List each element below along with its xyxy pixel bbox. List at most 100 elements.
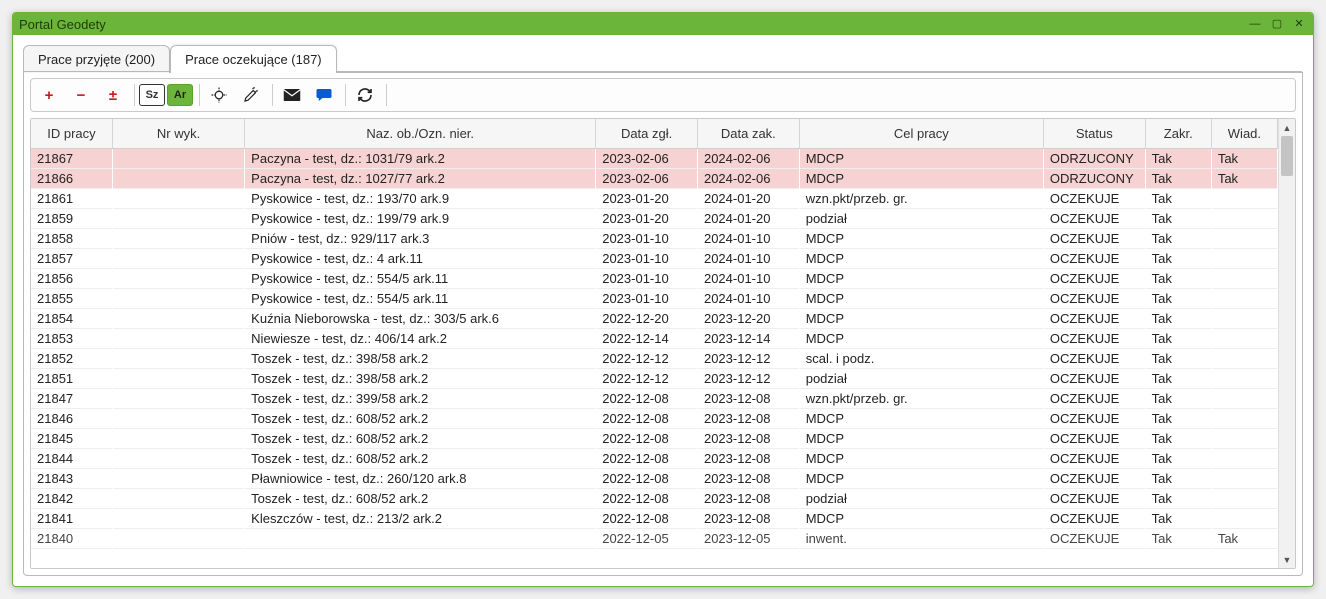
scroll-down-icon[interactable]: ▼ bbox=[1279, 551, 1295, 568]
cell-zgl: 2023-02-06 bbox=[596, 149, 698, 169]
col-wyk[interactable]: Nr wyk. bbox=[112, 119, 244, 149]
table-row[interactable]: 218402022-12-052023-12-05inwent.OCZEKUJE… bbox=[31, 529, 1278, 549]
tab-accepted-label: Prace przyjęte (200) bbox=[38, 52, 155, 67]
cell-wiad bbox=[1211, 449, 1277, 469]
cell-wyk bbox=[112, 169, 244, 189]
cell-zakr: Tak bbox=[1145, 389, 1211, 409]
col-cel[interactable]: Cel pracy bbox=[799, 119, 1043, 149]
col-zgl[interactable]: Data zgł. bbox=[596, 119, 698, 149]
cell-zak: 2024-02-06 bbox=[697, 149, 799, 169]
remove-button[interactable]: − bbox=[66, 82, 96, 108]
table-row[interactable]: 21856 Pyskowice - test, dz.: 554/5 ark.11… bbox=[31, 269, 1278, 289]
cell-zgl: 2022-12-12 bbox=[596, 369, 698, 389]
cell-wyk bbox=[112, 489, 244, 509]
tab-accepted[interactable]: Prace przyjęte (200) bbox=[23, 45, 170, 73]
cell-ob: Toszek - test, dz.: 398/58 ark.2 bbox=[245, 369, 596, 389]
table-row[interactable]: 21867Paczyna - test, dz.: 1031/79 ark.22… bbox=[31, 149, 1278, 169]
mail-button[interactable] bbox=[277, 82, 307, 108]
cell-zgl: 2022-12-08 bbox=[596, 489, 698, 509]
cell-id: 21851 bbox=[31, 369, 112, 389]
cell-zakr: Tak bbox=[1145, 469, 1211, 489]
scroll-up-icon[interactable]: ▲ bbox=[1279, 119, 1295, 136]
cell-status: OCZEKUJE bbox=[1043, 369, 1145, 389]
window-maximize-icon[interactable]: ▢ bbox=[1269, 17, 1285, 31]
cell-wyk bbox=[112, 429, 244, 449]
cell-zakr: Tak bbox=[1145, 409, 1211, 429]
cell-cel: MDCP bbox=[799, 409, 1043, 429]
col-id[interactable]: ID pracy bbox=[31, 119, 112, 149]
cell-id: 21852 bbox=[31, 349, 112, 369]
plus-minus-button[interactable]: ± bbox=[98, 82, 128, 108]
col-zk[interactable]: Zakr. bbox=[1145, 119, 1211, 149]
cell-ob: Toszek - test, dz.: 608/52 ark.2 bbox=[245, 489, 596, 509]
cell-status: OCZEKUJE bbox=[1043, 289, 1145, 309]
cell-zakr: Tak bbox=[1145, 329, 1211, 349]
vertical-scrollbar[interactable]: ▲ ▼ bbox=[1278, 119, 1295, 568]
table-row[interactable]: 21853Niewiesze - test, dz.: 406/14 ark.2… bbox=[31, 329, 1278, 349]
table-row[interactable]: 21842Toszek - test, dz.: 608/52 ark.2202… bbox=[31, 489, 1278, 509]
table-row[interactable]: 21861Pyskowice - test, dz.: 193/70 ark.9… bbox=[31, 189, 1278, 209]
sz-button[interactable]: Sz bbox=[139, 84, 165, 106]
data-grid: ID pracy Nr wyk. Naz. ob./Ozn. nier. Dat… bbox=[30, 118, 1296, 569]
col-st[interactable]: Status bbox=[1043, 119, 1145, 149]
cell-id: 21866 bbox=[31, 169, 112, 189]
window-close-icon[interactable]: ✕ bbox=[1291, 17, 1307, 31]
table-row[interactable]: 21859Pyskowice - test, dz.: 199/79 ark.9… bbox=[31, 209, 1278, 229]
titlebar[interactable]: Portal Geodety — ▢ ✕ bbox=[13, 13, 1313, 35]
add-button[interactable]: + bbox=[34, 82, 64, 108]
cell-cel: MDCP bbox=[799, 449, 1043, 469]
sparkle-edit-icon bbox=[242, 86, 260, 104]
table-row[interactable]: 21847Toszek - test, dz.: 399/58 ark.2202… bbox=[31, 389, 1278, 409]
table-row[interactable]: 21858Pniów - test, dz.: 929/117 ark.3202… bbox=[31, 229, 1278, 249]
cell-ob: Toszek - test, dz.: 398/58 ark.2 bbox=[245, 349, 596, 369]
cell-zak: 2023-12-08 bbox=[697, 429, 799, 449]
cell-zak: 2023-12-08 bbox=[697, 389, 799, 409]
table-row[interactable]: 21843Pławniowice - test, dz.: 260/120 ar… bbox=[31, 469, 1278, 489]
refresh-button[interactable] bbox=[350, 82, 380, 108]
cell-status: OCZEKUJE bbox=[1043, 469, 1145, 489]
cell-zgl: 2022-12-14 bbox=[596, 329, 698, 349]
cell-ob: Pniów - test, dz.: 929/117 ark.3 bbox=[245, 229, 596, 249]
cell-cel: MDCP bbox=[799, 429, 1043, 449]
window-minimize-icon[interactable]: — bbox=[1247, 17, 1263, 31]
cell-wyk bbox=[112, 449, 244, 469]
col-ob[interactable]: Naz. ob./Ozn. nier. bbox=[245, 119, 596, 149]
table-row[interactable]: 21857Pyskowice - test, dz.: 4 ark.112023… bbox=[31, 249, 1278, 269]
cell-id: 21859 bbox=[31, 209, 112, 229]
ar-button[interactable]: Ar bbox=[167, 84, 193, 106]
cell-zak: 2023-12-08 bbox=[697, 449, 799, 469]
scroll-thumb[interactable] bbox=[1281, 136, 1293, 176]
cell-cel: MDCP bbox=[799, 249, 1043, 269]
table-row[interactable]: 21841Kleszczów - test, dz.: 213/2 ark.22… bbox=[31, 509, 1278, 529]
table-row[interactable]: 21845Toszek - test, dz.: 608/52 ark.2202… bbox=[31, 429, 1278, 449]
cell-status: OCZEKUJE bbox=[1043, 209, 1145, 229]
table-row[interactable]: 21846Toszek - test, dz.: 608/52 ark.2202… bbox=[31, 409, 1278, 429]
chat-button[interactable] bbox=[309, 82, 339, 108]
map-tool-button[interactable] bbox=[204, 82, 234, 108]
cell-cel: inwent. bbox=[799, 529, 1043, 549]
table-row[interactable]: 21855Pyskowice - test, dz.: 554/5 ark.11… bbox=[31, 289, 1278, 309]
cell-zak: 2024-02-06 bbox=[697, 169, 799, 189]
cell-wyk bbox=[112, 149, 244, 169]
cell-zakr: Tak bbox=[1145, 249, 1211, 269]
tab-pending[interactable]: Prace oczekujące (187) bbox=[170, 45, 337, 73]
cell-id: 21856 bbox=[31, 269, 112, 289]
cell-ob: Toszek - test, dz.: 608/52 ark.2 bbox=[245, 409, 596, 429]
cell-ob: Pyskowice - test, dz.: 554/5 ark.11 bbox=[245, 269, 596, 289]
table-row[interactable]: 21852 Toszek - test, dz.: 398/58 ark.2202… bbox=[31, 349, 1278, 369]
edit-tool-button[interactable] bbox=[236, 82, 266, 108]
table-row[interactable]: 21866Paczyna - test, dz.: 1027/77 ark.22… bbox=[31, 169, 1278, 189]
ar-label: Ar bbox=[174, 89, 186, 101]
col-zak[interactable]: Data zak. bbox=[697, 119, 799, 149]
cell-zgl: 2022-12-12 bbox=[596, 349, 698, 369]
cell-id: 21845 bbox=[31, 429, 112, 449]
cell-wyk bbox=[112, 209, 244, 229]
col-wd[interactable]: Wiad. bbox=[1211, 119, 1277, 149]
table-row[interactable]: 21851 Toszek - test, dz.: 398/58 ark.2202… bbox=[31, 369, 1278, 389]
table-row[interactable]: 21844Toszek - test, dz.: 608/52 ark.2202… bbox=[31, 449, 1278, 469]
cell-wyk bbox=[112, 229, 244, 249]
cell-wiad bbox=[1211, 489, 1277, 509]
cell-zak: 2023-12-14 bbox=[697, 329, 799, 349]
table-row[interactable]: 21854Kuźnia Nieborowska - test, dz.: 303… bbox=[31, 309, 1278, 329]
cell-id: 21843 bbox=[31, 469, 112, 489]
